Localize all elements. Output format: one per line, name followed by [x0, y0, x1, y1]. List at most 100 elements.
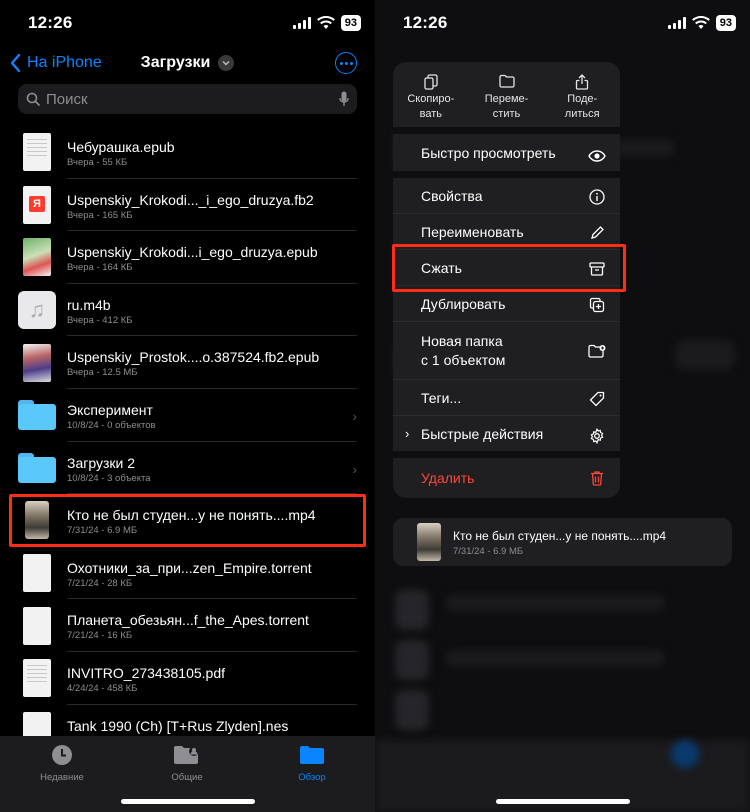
tab-label: Недавние	[40, 772, 84, 783]
folder-icon	[18, 400, 56, 431]
file-meta: Вчера - 412 КБ	[67, 314, 133, 326]
document-icon	[23, 606, 51, 645]
menu-item-quick-actions[interactable]: › Быстрые действия	[393, 416, 620, 458]
navigation-bar: На iPhone Загрузки	[0, 44, 375, 84]
pdf-document-icon	[23, 659, 51, 698]
copy-label-1: Скопиро-	[407, 93, 455, 105]
file-name: Uspenskiy_Prostok....o.387524.fb2.epub	[67, 349, 320, 366]
menu-item-properties[interactable]: Свойства	[393, 178, 620, 214]
book-cover-icon	[23, 238, 51, 277]
list-item[interactable]: Чебурашка.epub Вчера - 55 КБ	[0, 126, 375, 179]
list-item[interactable]: Я Uspenskiy_Krokodi..._i_ego_druzya.fb2 В…	[0, 179, 375, 232]
menu-item-rename[interactable]: Переименовать	[393, 214, 620, 250]
folder-title-menu[interactable]: Загрузки	[141, 54, 235, 72]
move-button[interactable]: Переме- стить	[469, 62, 545, 127]
context-menu-screen: 12:26 93 Скопиро- вать Переме- стить Под…	[375, 0, 750, 812]
list-item[interactable]: Uspenskiy_Krokodi...i_ego_druzya.epub Вче…	[0, 231, 375, 284]
file-name: Uspenskiy_Krokodi...i_ego_druzya.epub	[67, 244, 318, 261]
wifi-icon	[316, 16, 335, 29]
file-name: Загрузки 2	[67, 454, 136, 471]
menu-item-label: Теги...	[421, 389, 462, 406]
file-meta: Вчера - 164 КБ	[67, 262, 133, 274]
file-meta: 10/8/24 - 3 объекта	[67, 472, 151, 484]
list-item[interactable]: Загрузки 2 10/8/24 - 3 объекта ›	[0, 442, 375, 495]
file-name: Tank 1990 (Ch) [T+Rus Zlyden].nes	[67, 717, 289, 734]
file-name: Uspenskiy_Krokodi..._i_ego_druzya.fb2	[67, 191, 314, 208]
menu-item-delete[interactable]: Удалить	[393, 458, 620, 498]
list-item[interactable]: Эксперимент 10/8/24 - 0 объектов ›	[0, 389, 375, 442]
tab-browse[interactable]: Обзор	[267, 742, 357, 783]
tab-bar: Недавние Общие Обзор	[0, 736, 375, 812]
document-icon	[23, 554, 51, 593]
menu-item-label-line2: с 1 объектом	[421, 351, 506, 368]
menu-item-label: Удалить	[421, 470, 475, 486]
search-bar[interactable]	[18, 84, 357, 114]
video-thumbnail-icon	[417, 523, 441, 561]
home-indicator	[495, 799, 630, 804]
search-input[interactable]	[46, 90, 339, 108]
folder-icon	[300, 746, 324, 764]
tag-icon	[588, 390, 606, 408]
context-menu: Скопиро- вать Переме- стить Поде- литься…	[393, 62, 620, 498]
menu-item-label: Переименовать	[421, 223, 524, 240]
file-list: Чебурашка.epub Вчера - 55 КБ Я Uspenskiy_…	[0, 126, 375, 758]
book-cover-icon	[23, 343, 51, 382]
file-meta: Вчера - 165 КБ	[67, 209, 133, 221]
file-name: INVITRO_273438105.pdf	[67, 664, 225, 681]
menu-item-label: Дублировать	[421, 295, 506, 312]
music-note-icon: ♫	[18, 291, 56, 330]
menu-item-label: Свойства	[421, 187, 483, 204]
chevron-down-icon	[218, 55, 235, 71]
preview-file-name: Кто не был студен...у не понять....mp4	[453, 529, 667, 543]
status-bar: 12:26 93	[375, 0, 750, 44]
status-time: 12:26	[403, 13, 448, 32]
menu-item-new-folder[interactable]: Новая папка с 1 объектом	[393, 322, 620, 380]
share-button[interactable]: Поде- литься	[544, 62, 620, 127]
file-name: Планета_обезьян...f_the_Apes.torrent	[67, 612, 309, 629]
move-label-1: Переме-	[484, 93, 529, 105]
pencil-icon	[588, 224, 606, 242]
menu-item-label: Быстрые действия	[421, 425, 544, 442]
tab-recent[interactable]: Недавние	[17, 742, 107, 783]
file-meta: Вчера - 12.5 МБ	[67, 367, 138, 379]
shared-folder-icon	[174, 746, 199, 764]
chevron-right-icon: ›	[352, 460, 357, 477]
selected-file-preview[interactable]: Кто не был студен...у не понять....mp4 7…	[393, 518, 732, 566]
trash-icon	[588, 469, 606, 487]
archive-box-icon	[588, 260, 606, 278]
more-options-button[interactable]	[335, 52, 357, 74]
cellular-signal-icon	[292, 17, 311, 29]
menu-item-duplicate[interactable]: Дублировать	[393, 286, 620, 322]
menu-item-label: Быстро просмотреть	[421, 144, 556, 161]
share-label-2: литься	[564, 108, 600, 120]
battery-icon: 93	[715, 15, 736, 31]
yandex-document-icon: Я	[23, 185, 51, 224]
list-item[interactable]: Кто не был студен...у не понять....mp4 7/…	[0, 494, 375, 547]
menu-item-quick-look[interactable]: Быстро просмотреть	[393, 134, 620, 178]
cellular-signal-icon	[667, 17, 686, 29]
list-item[interactable]: Планета_обезьян...f_the_Apes.torrent 7/21…	[0, 599, 375, 652]
status-time: 12:26	[28, 13, 73, 32]
list-item[interactable]: INVITRO_273438105.pdf 4/24/24 - 458 КБ	[0, 652, 375, 705]
list-item[interactable]: Охотники_за_при...zen_Empire.torrent 7/21…	[0, 547, 375, 600]
file-meta: 10/8/24 - 0 объектов	[67, 419, 156, 431]
menu-top-actions: Скопиро- вать Переме- стить Поде- литься	[393, 62, 620, 134]
file-name: ru.m4b	[67, 296, 111, 313]
info-icon	[588, 188, 606, 206]
tab-shared[interactable]: Общие	[142, 742, 232, 783]
folder-icon	[18, 452, 56, 483]
preview-file-meta: 7/31/24 - 6.9 МБ	[453, 546, 524, 557]
video-thumbnail-icon	[25, 501, 49, 540]
copy-button[interactable]: Скопиро- вать	[393, 62, 469, 127]
list-item[interactable]: ♫ ru.m4b Вчера - 412 КБ	[0, 284, 375, 337]
file-meta: 7/31/24 - 6.9 МБ	[67, 525, 138, 537]
duplicate-icon	[588, 296, 606, 314]
file-name: Кто не был студен...у не понять....mp4	[67, 507, 316, 524]
file-name: Чебурашка.epub	[67, 139, 175, 155]
files-browser-screen: 12:26 93 На iPhone Загрузки Поиск Чебура…	[0, 0, 375, 812]
list-item[interactable]: Uspenskiy_Prostok....o.387524.fb2.epub Вч…	[0, 336, 375, 389]
tab-label: Обзор	[298, 772, 326, 783]
menu-item-tags[interactable]: Теги...	[393, 380, 620, 416]
menu-item-compress[interactable]: Сжать	[393, 250, 620, 286]
microphone-icon[interactable]	[339, 91, 349, 107]
